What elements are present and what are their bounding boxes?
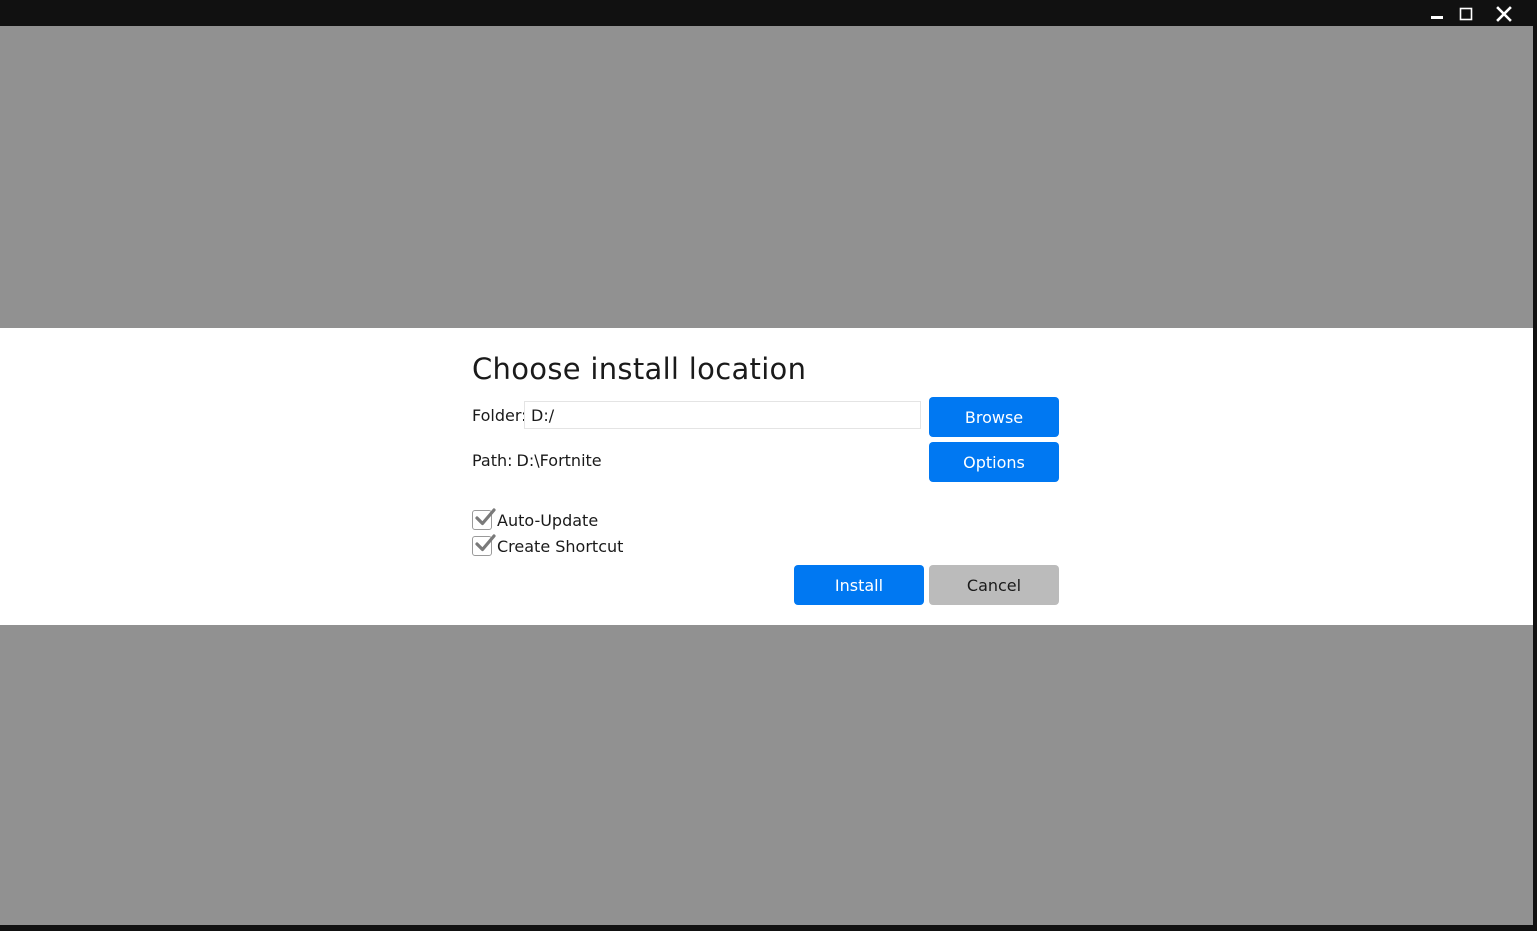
path-row: Path: D:\Fortnite — [472, 451, 602, 470]
create-shortcut-checkbox[interactable] — [472, 534, 496, 556]
window-border-bottom — [0, 925, 1537, 931]
folder-label: Folder: — [472, 406, 527, 425]
install-location-dialog: Choose install location Folder: Browse P… — [472, 328, 1062, 625]
maximize-button[interactable] — [1455, 3, 1477, 25]
checkmark-icon — [475, 508, 496, 526]
path-value: D:\Fortnite — [516, 451, 602, 470]
create-shortcut-checkbox-row[interactable]: Create Shortcut — [472, 534, 624, 556]
maximize-icon — [1459, 7, 1473, 21]
window-border-right — [1533, 26, 1537, 931]
minimize-icon — [1431, 16, 1443, 19]
options-button[interactable]: Options — [929, 442, 1059, 482]
close-button[interactable] — [1493, 3, 1515, 25]
auto-update-checkbox[interactable] — [472, 508, 496, 530]
auto-update-label: Auto-Update — [497, 510, 599, 530]
auto-update-checkbox-row[interactable]: Auto-Update — [472, 508, 599, 530]
create-shortcut-label: Create Shortcut — [497, 536, 624, 556]
dialog-title: Choose install location — [472, 352, 807, 386]
checkmark-icon — [475, 534, 496, 552]
window-titlebar — [0, 0, 1537, 26]
close-icon — [1496, 6, 1512, 22]
cancel-button[interactable]: Cancel — [929, 565, 1059, 605]
install-button[interactable]: Install — [794, 565, 924, 605]
browse-button[interactable]: Browse — [929, 397, 1059, 437]
path-label: Path: — [472, 451, 513, 470]
minimize-button[interactable] — [1426, 3, 1448, 25]
folder-input[interactable] — [524, 401, 921, 429]
